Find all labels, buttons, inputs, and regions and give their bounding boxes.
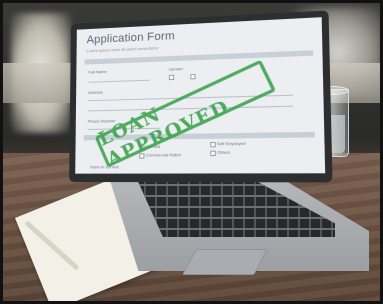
stamp-text: LOAN APPROVED bbox=[95, 95, 233, 172]
full-name-field[interactable] bbox=[88, 79, 150, 83]
field-label: Others bbox=[216, 149, 231, 155]
trackpad bbox=[182, 249, 268, 275]
form-section-band bbox=[84, 50, 314, 65]
loan-approved-stamp: LOAN APPROVED bbox=[94, 59, 276, 171]
field-label: Address bbox=[88, 89, 104, 96]
gender-checkbox[interactable] bbox=[190, 73, 196, 80]
field-label: Gender bbox=[168, 65, 184, 72]
field-label: Full Name bbox=[88, 68, 107, 75]
laptop-screen-bezel: Application Form Lorem ipsum dolor sit a… bbox=[69, 10, 333, 183]
form-subtitle: Lorem ipsum dolor sit amet consectetur bbox=[86, 45, 159, 54]
photo-frame: Application Form Lorem ipsum dolor sit a… bbox=[0, 0, 383, 304]
others-checkbox[interactable] bbox=[210, 150, 216, 157]
laptop-screen: Application Form Lorem ipsum dolor sit a… bbox=[75, 17, 326, 174]
form-title: Application Form bbox=[86, 29, 175, 47]
field-label: Self Employed bbox=[216, 140, 246, 147]
gender-checkbox[interactable] bbox=[168, 74, 175, 81]
self-employed-checkbox[interactable] bbox=[210, 141, 216, 148]
